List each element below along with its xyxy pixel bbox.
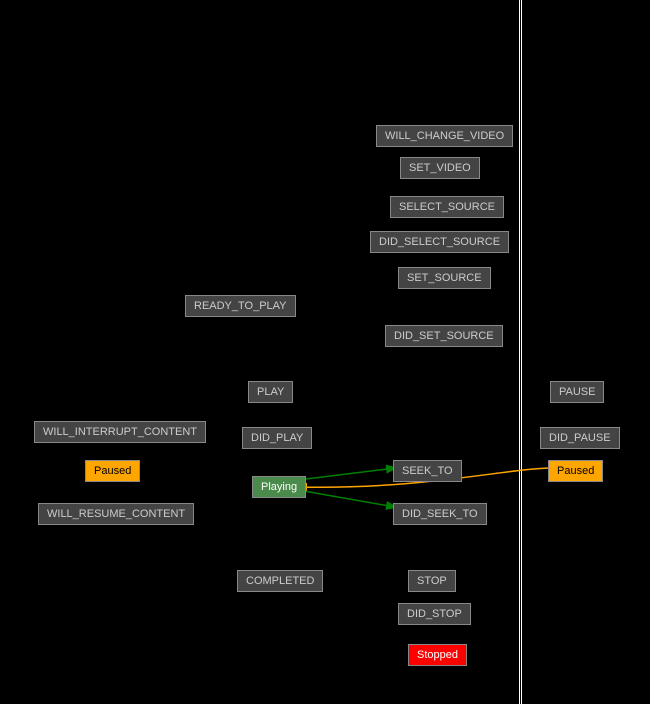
vertical-line-2 [521,0,522,704]
node-will-resume-content: WILL_RESUME_CONTENT [38,503,194,525]
node-playing: Playing [252,476,306,498]
node-stop: STOP [408,570,456,592]
node-play: PLAY [248,381,293,403]
node-did-select-source: DID_SELECT_SOURCE [370,231,509,253]
node-ready-to-play: READY_TO_PLAY [185,295,296,317]
node-stopped: Stopped [408,644,467,666]
node-will-interrupt-content: WILL_INTERRUPT_CONTENT [34,421,206,443]
node-did-play: DID_PLAY [242,427,312,449]
node-pause: PAUSE [550,381,604,403]
node-select-source: SELECT_SOURCE [390,196,504,218]
node-completed: COMPLETED [237,570,323,592]
node-paused-left: Paused [85,460,140,482]
node-set-video: SET_VIDEO [400,157,480,179]
vertical-line-1 [519,0,520,704]
node-paused-right: Paused [548,460,603,482]
node-did-seek-to: DID_SEEK_TO [393,503,487,525]
node-did-stop: DID_STOP [398,603,471,625]
node-did-set-source: DID_SET_SOURCE [385,325,503,347]
node-seek-to: SEEK_TO [393,460,462,482]
node-set-source: SET_SOURCE [398,267,491,289]
node-did-pause: DID_PAUSE [540,427,620,449]
arrows-svg [0,0,650,704]
node-will-change-video: WILL_CHANGE_VIDEO [376,125,513,147]
